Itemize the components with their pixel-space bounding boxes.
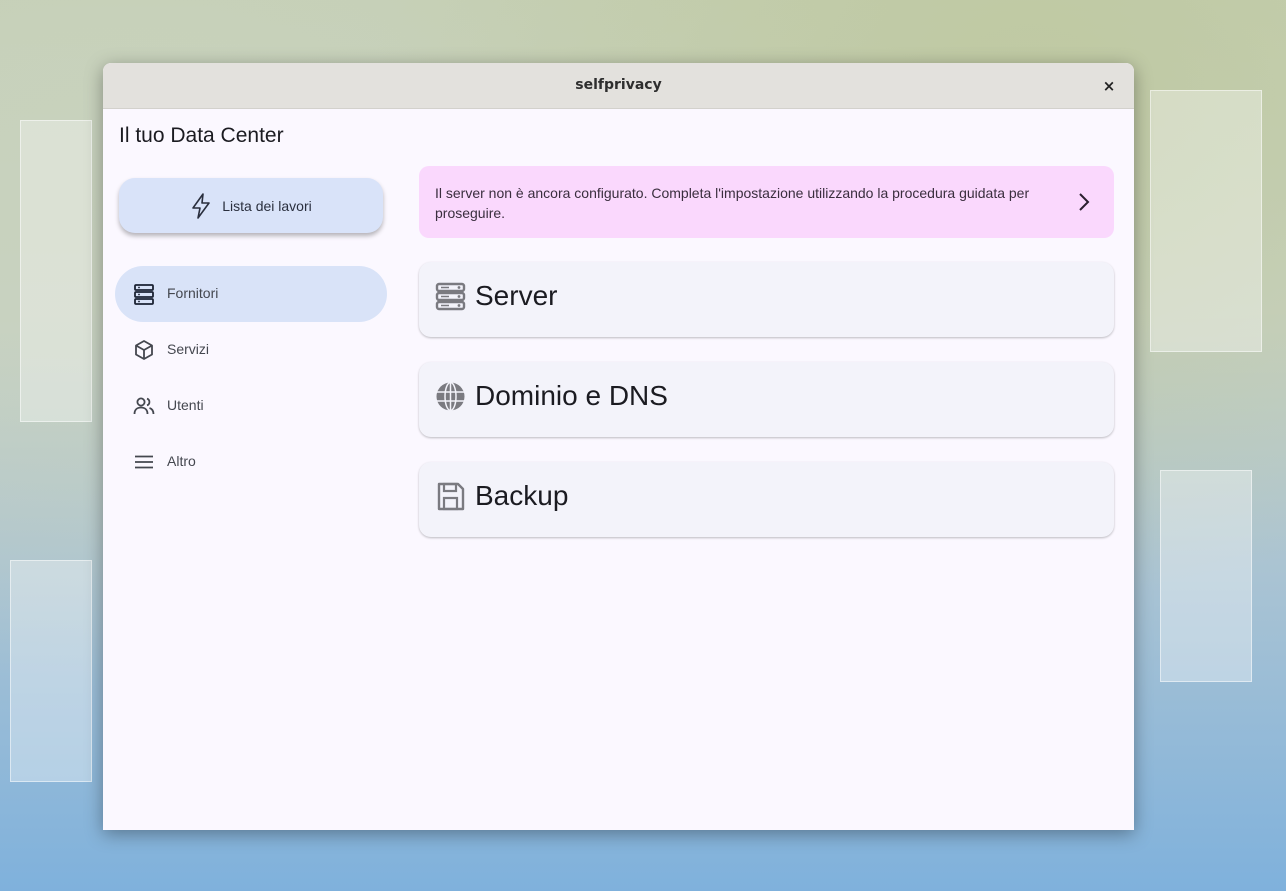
sidebar-nav: Fornitori Servizi Utenti Altro xyxy=(115,266,387,490)
jobs-list-button[interactable]: Lista dei lavori xyxy=(119,178,383,233)
save-icon xyxy=(437,482,465,511)
backup-card[interactable]: Backup xyxy=(419,462,1114,537)
sidebar-item-fornitori[interactable]: Fornitori xyxy=(115,266,387,322)
sidebar-item-altro[interactable]: Altro xyxy=(115,434,387,490)
wallpaper-shape xyxy=(20,120,92,422)
window-title: selfprivacy xyxy=(575,77,662,93)
wallpaper-shape xyxy=(10,560,92,782)
wallpaper-shape xyxy=(1150,90,1262,352)
server-stack-icon xyxy=(134,284,154,305)
card-title: Dominio e DNS xyxy=(475,380,668,411)
server-card[interactable]: Server xyxy=(419,262,1114,337)
users-icon xyxy=(133,397,155,415)
card-title: Backup xyxy=(475,480,569,511)
page-title: Il tuo Data Center xyxy=(119,124,284,147)
setup-banner[interactable]: Il server non è ancora configurato. Comp… xyxy=(419,166,1114,238)
app-window: selfprivacy × Il tuo Data Center Lista d… xyxy=(103,63,1134,830)
chevron-right-icon xyxy=(1079,193,1090,211)
close-icon[interactable]: × xyxy=(1098,75,1120,97)
domain-dns-card[interactable]: Dominio e DNS xyxy=(419,362,1114,437)
card-title: Server xyxy=(475,280,558,311)
sidebar-item-utenti[interactable]: Utenti xyxy=(115,378,387,434)
sidebar-item-servizi[interactable]: Servizi xyxy=(115,322,387,378)
wallpaper-shape xyxy=(1160,470,1252,682)
setup-banner-text: Il server non è ancora configurato. Comp… xyxy=(435,185,1030,221)
sidebar-item-label: Servizi xyxy=(167,341,210,357)
menu-icon xyxy=(135,455,153,469)
lightning-icon xyxy=(192,192,211,219)
sidebar-item-label: Altro xyxy=(167,453,196,469)
jobs-list-label: Lista dei lavori xyxy=(222,197,312,214)
sidebar-item-label: Fornitori xyxy=(167,285,219,301)
globe-icon xyxy=(436,381,465,412)
cube-icon xyxy=(135,340,153,360)
sidebar-item-label: Utenti xyxy=(167,397,204,413)
window-titlebar[interactable]: selfprivacy × xyxy=(103,63,1134,109)
server-icon xyxy=(435,282,466,311)
